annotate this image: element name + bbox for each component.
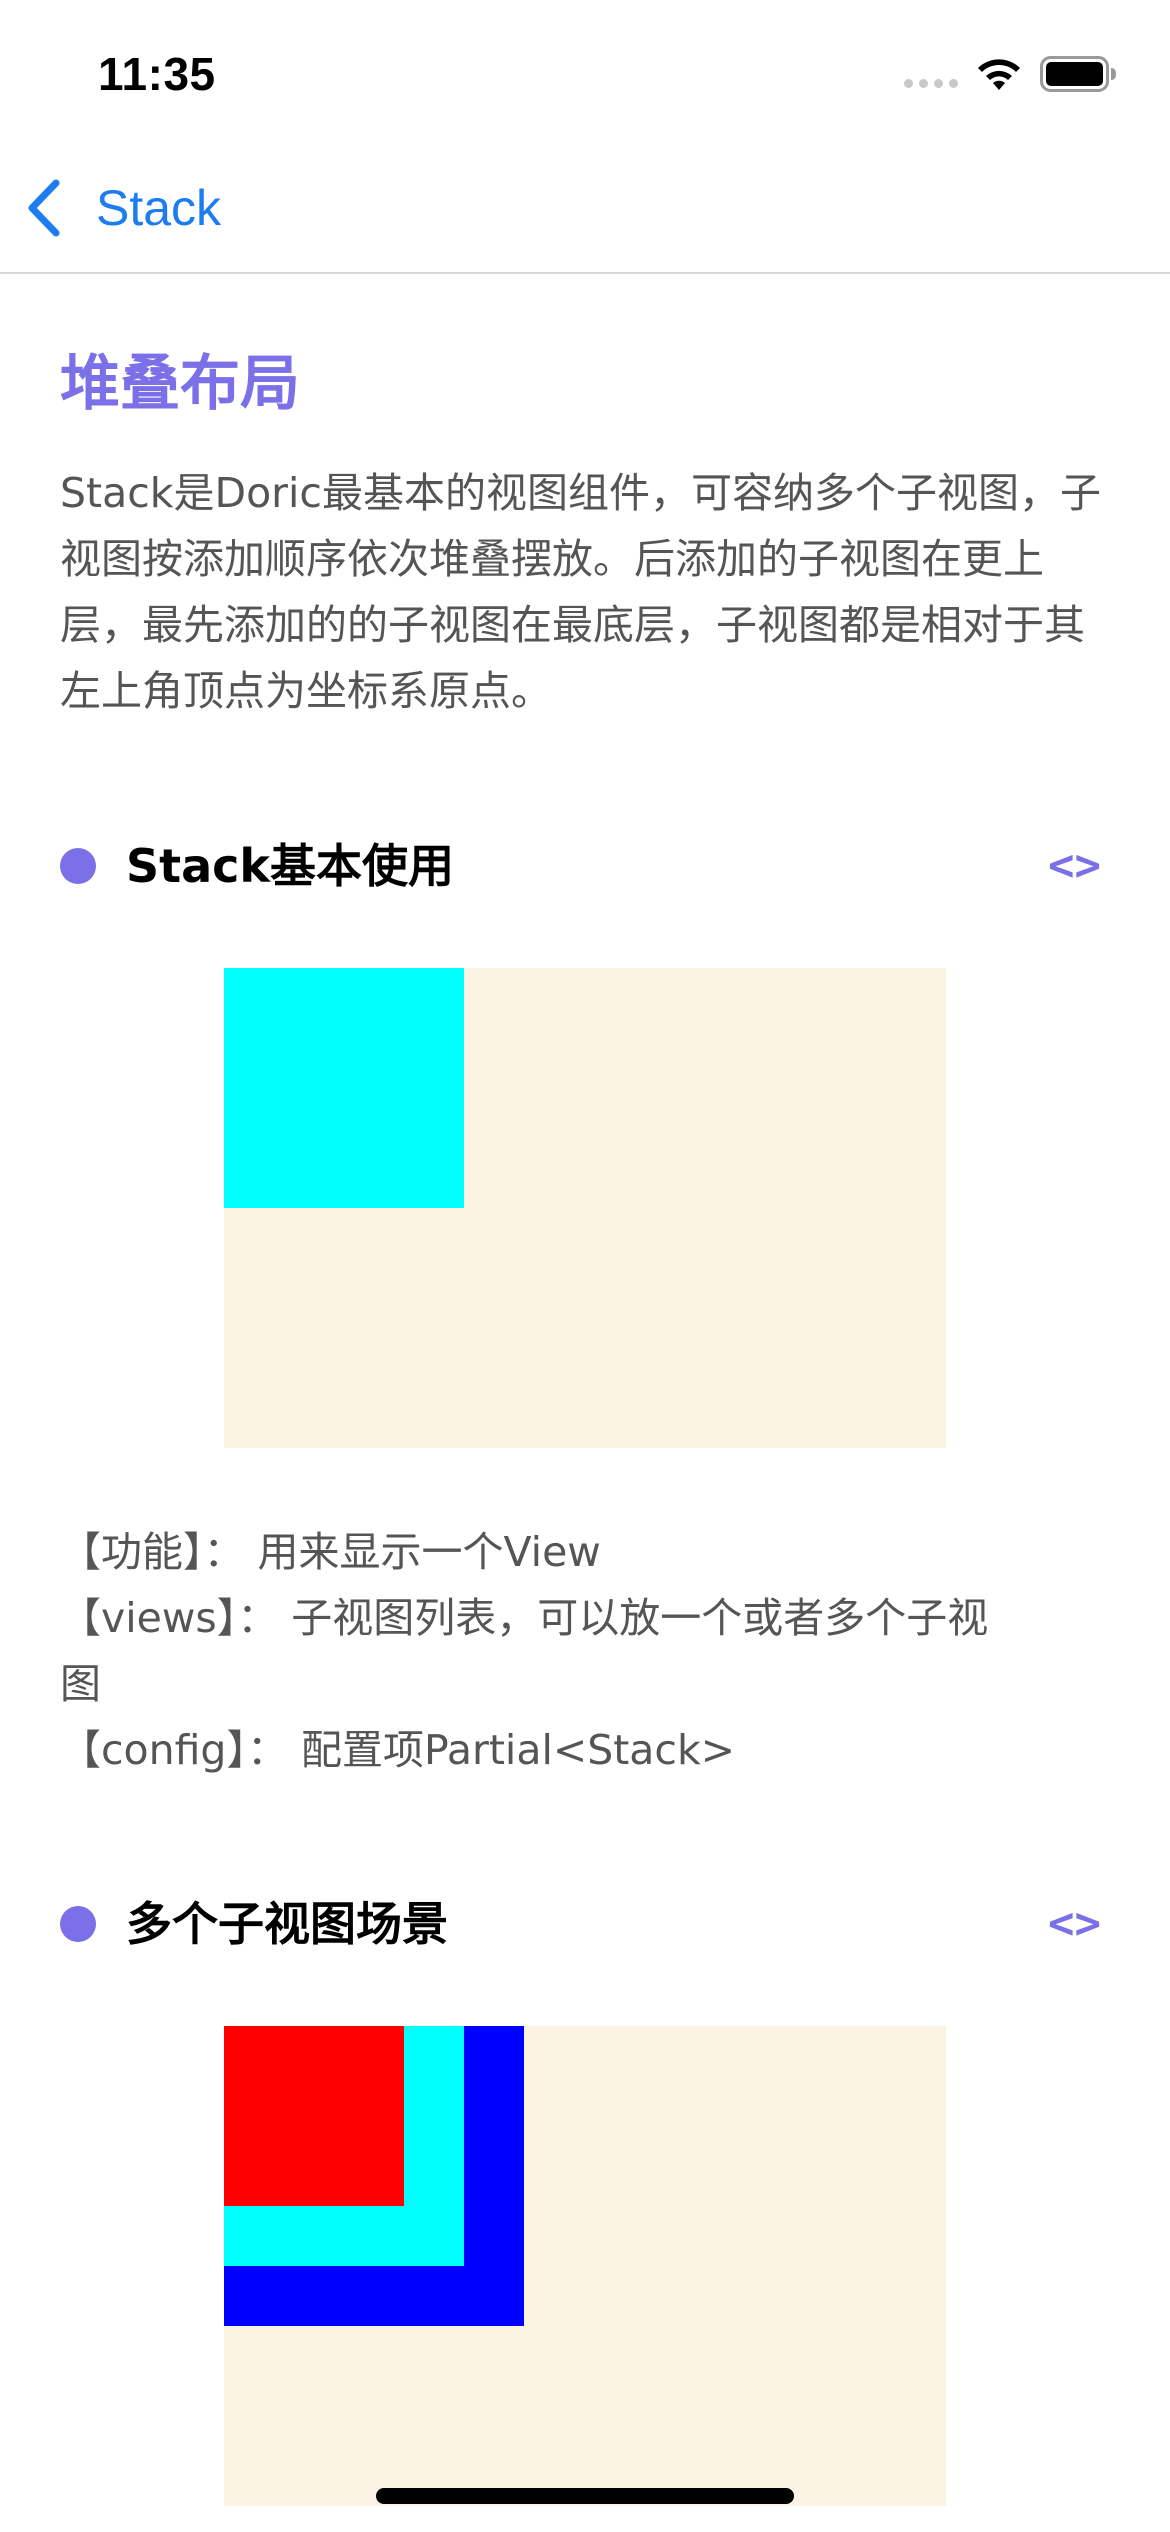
- home-indicator[interactable]: [376, 2488, 794, 2504]
- wifi-icon: [978, 59, 1020, 90]
- stack-child-cyan: [224, 968, 464, 1208]
- view-code-button[interactable]: <>: [1048, 1894, 1101, 1954]
- section-bullet: [60, 848, 96, 884]
- doc-views-continued: 图: [60, 1660, 101, 1708]
- back-button[interactable]: Stack: [24, 170, 244, 246]
- stack-child-red: [224, 2026, 404, 2206]
- nav-divider: [0, 272, 1170, 274]
- view-code-button[interactable]: <>: [1048, 836, 1101, 896]
- stack-demo-basic: [224, 968, 946, 1448]
- section-title-multiple: 多个子视图场景: [126, 1897, 448, 1951]
- page-description: Stack是Doric最基本的视图组件，可容纳多个子视图，子视图按添加顺序依次堆…: [60, 469, 1101, 715]
- chevron-left-icon: [28, 179, 60, 237]
- cellular-signal-icon: [904, 76, 960, 90]
- doc-config: 【config】： 配置项Partial<Stack>: [60, 1726, 736, 1774]
- doc-views: 【views】： 子视图列表，可以放一个或者多个子视: [60, 1594, 989, 1642]
- back-button-label: Stack: [96, 180, 222, 236]
- section-title-basic: Stack基本使用: [126, 839, 455, 893]
- section-bullet: [60, 1906, 96, 1942]
- battery-icon: [1040, 56, 1116, 92]
- status-time: 11:35: [98, 48, 216, 100]
- page-title: 堆叠布局: [60, 349, 300, 419]
- doc-function: 【功能】： 用来显示一个View: [60, 1528, 601, 1576]
- stack-demo-multiple: [224, 2026, 946, 2506]
